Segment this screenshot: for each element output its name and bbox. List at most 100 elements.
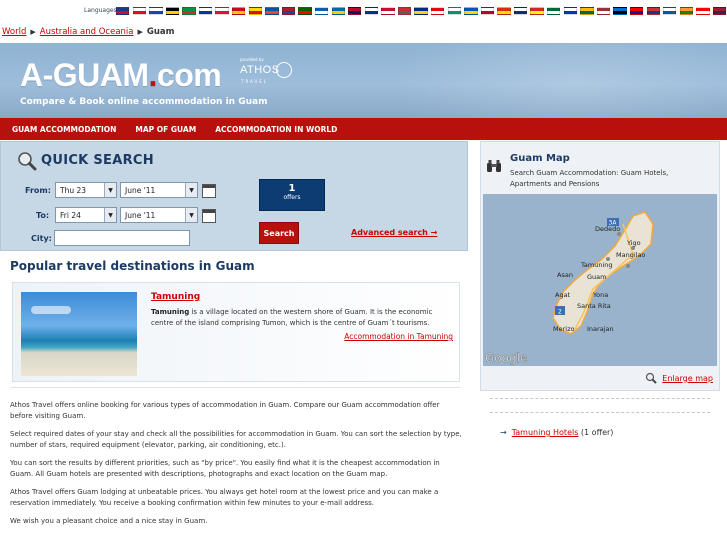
id-flag-icon[interactable] bbox=[696, 7, 710, 15]
tamuning-hotels-count: (1 offer) bbox=[578, 428, 614, 437]
ro-flag-icon[interactable] bbox=[414, 7, 428, 15]
dk-flag-icon[interactable] bbox=[381, 7, 395, 15]
intro-paragraph: You can sort the results by different pr… bbox=[10, 459, 440, 478]
search-button[interactable]: Search bbox=[259, 222, 299, 244]
it-flag-icon[interactable] bbox=[182, 7, 196, 15]
offers-label: offers bbox=[283, 194, 301, 201]
quick-search-title: QUICK SEARCH bbox=[41, 153, 154, 168]
svg-text:Mangilao: Mangilao bbox=[616, 251, 645, 259]
enlarge-map-link[interactable]: Enlarge map bbox=[645, 372, 713, 384]
athos-provided-by: provided by bbox=[240, 57, 264, 62]
fr-flag-icon[interactable] bbox=[265, 7, 279, 15]
nl-flag-icon[interactable] bbox=[281, 7, 296, 15]
to-day-value: Fri 24 bbox=[60, 211, 81, 220]
breadcrumb-region-link[interactable]: Australia and Oceania bbox=[40, 27, 134, 37]
se-flag-icon[interactable] bbox=[331, 7, 345, 15]
destination-card: Tamuning Tamuning is a village located o… bbox=[12, 282, 460, 382]
magnifier-icon bbox=[646, 372, 657, 384]
main-nav: GUAM ACCOMMODATION MAP OF GUAM ACCOMMODA… bbox=[0, 118, 727, 140]
hr-flag-icon[interactable] bbox=[629, 7, 644, 15]
hu-flag-icon[interactable] bbox=[397, 7, 412, 15]
lv-flag-icon[interactable] bbox=[596, 7, 611, 15]
nav-map-of-guam[interactable]: MAP OF GUAM bbox=[135, 125, 196, 134]
rs-flag-icon[interactable] bbox=[646, 7, 660, 15]
to-day-select[interactable]: Fri 24 ▼ bbox=[55, 207, 117, 223]
site-header: A-GUAM.com provided by ATHOS TRAVEL Comp… bbox=[0, 43, 727, 118]
athos-logo[interactable]: provided by ATHOS TRAVEL bbox=[240, 57, 292, 90]
jp-flag-icon[interactable] bbox=[480, 7, 495, 15]
breadcrumb-arrow-icon: ▶ bbox=[137, 28, 143, 36]
popular-destinations-heading: Popular travel destinations in Guam bbox=[10, 259, 255, 273]
guam-map-panel: Guam Map Search Guam Accommodation: Guam… bbox=[480, 141, 720, 391]
site-logo[interactable]: A-GUAM.com bbox=[20, 57, 222, 94]
sa-flag-icon[interactable] bbox=[547, 7, 561, 15]
de-flag-icon[interactable] bbox=[165, 7, 180, 15]
photo-cloud bbox=[31, 306, 71, 314]
th-flag-icon[interactable] bbox=[712, 7, 727, 15]
divider bbox=[10, 387, 460, 388]
chevron-down-icon[interactable]: ▼ bbox=[185, 183, 197, 197]
fi-flag-icon[interactable] bbox=[364, 7, 379, 15]
svg-text:Yigo: Yigo bbox=[626, 239, 641, 247]
logo-dot: . bbox=[148, 57, 158, 93]
nav-guam-accommodation[interactable]: GUAM ACCOMMODATION bbox=[12, 125, 116, 134]
binoculars-icon bbox=[487, 160, 501, 172]
tamuning-hotels-link[interactable]: Tamuning Hotels bbox=[512, 428, 579, 437]
intro-paragraph: Athos Travel offers online booking for v… bbox=[10, 401, 440, 420]
ua-flag-icon[interactable] bbox=[464, 7, 478, 15]
dashed-divider bbox=[490, 412, 710, 413]
lt-flag-icon[interactable] bbox=[580, 7, 594, 15]
il-flag-icon[interactable] bbox=[563, 7, 577, 15]
ru-flag-icon[interactable] bbox=[198, 7, 213, 15]
athos-travel: TRAVEL bbox=[241, 79, 269, 84]
no-flag-icon[interactable] bbox=[348, 7, 362, 15]
destination-name-link[interactable]: Tamuning bbox=[151, 292, 200, 302]
svg-text:Asan: Asan bbox=[557, 271, 573, 279]
search-icon bbox=[18, 152, 37, 171]
breadcrumb-world-link[interactable]: World bbox=[2, 27, 26, 37]
logo-main-text: A-GUAM bbox=[20, 57, 149, 93]
svg-text:Inarajan: Inarajan bbox=[587, 325, 614, 333]
tr-flag-icon[interactable] bbox=[430, 7, 445, 15]
svg-text:Google: Google bbox=[485, 351, 527, 365]
calendar-icon[interactable] bbox=[202, 209, 216, 223]
from-day-select[interactable]: Thu 23 ▼ bbox=[55, 182, 117, 198]
ee-flag-icon[interactable] bbox=[613, 7, 627, 15]
si-flag-icon[interactable] bbox=[663, 7, 677, 15]
in-flag-icon[interactable] bbox=[679, 7, 694, 15]
ca-flag-icon[interactable] bbox=[248, 7, 263, 15]
chevron-down-icon[interactable]: ▼ bbox=[104, 208, 116, 222]
destination-text: is a village located on the western shor… bbox=[151, 308, 433, 327]
tamuning-beach-photo[interactable] bbox=[21, 292, 137, 376]
breadcrumb-arrow-icon: ▶ bbox=[30, 28, 36, 36]
bg-flag-icon[interactable] bbox=[447, 7, 461, 15]
es-flag-icon[interactable] bbox=[232, 7, 246, 15]
pt-flag-icon[interactable] bbox=[298, 7, 312, 15]
guam-map[interactable]: 3A 2 Dededo Yigo Tamuning Mangilao Asan … bbox=[483, 194, 717, 366]
chevron-down-icon[interactable]: ▼ bbox=[104, 183, 116, 197]
cn-flag-icon[interactable] bbox=[497, 7, 511, 15]
advanced-search-link[interactable]: Advanced search → bbox=[351, 228, 437, 237]
to-label: To: bbox=[36, 211, 50, 220]
uk-flag-icon[interactable] bbox=[116, 7, 130, 15]
intro-paragraph: We wish you a pleasant choice and a nice… bbox=[10, 517, 208, 525]
chevron-down-icon[interactable]: ▼ bbox=[185, 208, 197, 222]
language-flags bbox=[116, 7, 727, 15]
accommodation-in-tamuning-link[interactable]: Accommodation in Tamuning bbox=[344, 332, 453, 341]
from-day-value: Thu 23 bbox=[60, 186, 87, 195]
calendar-icon[interactable] bbox=[202, 184, 216, 198]
from-month-select[interactable]: June '11 ▼ bbox=[120, 182, 198, 198]
breadcrumb: World ▶ Australia and Oceania ▶ Guam bbox=[2, 27, 175, 37]
enlarge-map-label[interactable]: Enlarge map bbox=[662, 374, 713, 383]
offers-counter[interactable]: 1 offers bbox=[259, 179, 325, 211]
pl-flag-icon[interactable] bbox=[215, 7, 229, 15]
sk-flag-icon[interactable] bbox=[149, 7, 163, 15]
nav-accommodation-in-world[interactable]: ACCOMMODATION IN WORLD bbox=[215, 125, 337, 134]
city-input[interactable] bbox=[54, 230, 190, 246]
intro-paragraph: Select required dates of your stay and c… bbox=[10, 430, 462, 449]
cz-flag-icon[interactable] bbox=[132, 7, 146, 15]
to-month-select[interactable]: June '11 ▼ bbox=[120, 207, 198, 223]
kr-flag-icon[interactable] bbox=[513, 7, 528, 15]
gr-flag-icon[interactable] bbox=[314, 7, 329, 15]
vn-flag-icon[interactable] bbox=[530, 7, 544, 15]
